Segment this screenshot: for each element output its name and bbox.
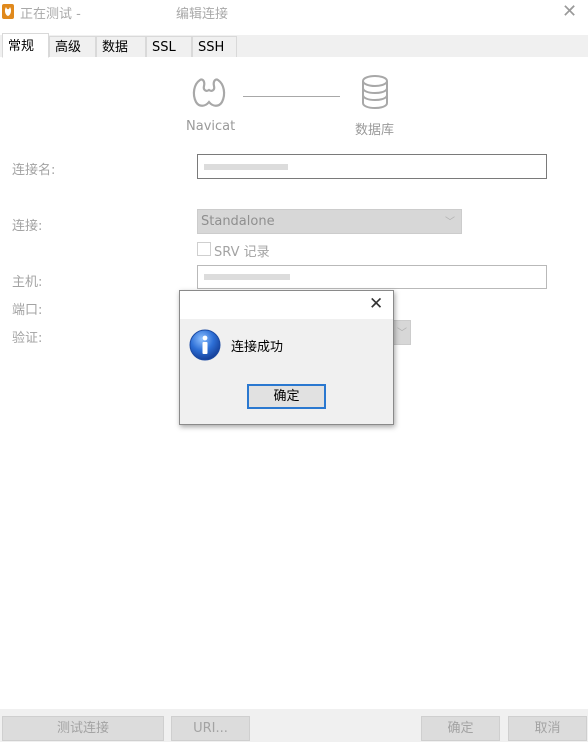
dialog-title-bar — [180, 291, 393, 319]
auth-select[interactable]: ﹀ — [392, 320, 411, 345]
port-label: 端口: — [12, 303, 43, 318]
dialog-ok-button[interactable]: 确定 — [247, 384, 326, 409]
chevron-down-icon: ﹀ — [397, 328, 407, 339]
srv-record-checkbox[interactable] — [197, 242, 211, 256]
connection-type-value: Standalone — [201, 214, 275, 229]
srv-record-label: SRV 记录 — [214, 245, 270, 260]
window-title: 编辑连接 — [176, 7, 229, 22]
ok-button[interactable]: 确定 — [421, 716, 500, 741]
host-input[interactable] — [197, 265, 547, 289]
dialog-message: 连接成功 — [231, 340, 284, 355]
info-icon — [189, 329, 221, 361]
tab-ssh[interactable]: SSH — [192, 36, 237, 57]
navicat-label: Navicat — [186, 119, 236, 134]
database-label: 数据库 — [355, 123, 395, 138]
navicat-logo-icon — [192, 78, 226, 107]
connection-line — [243, 96, 340, 97]
connection-type-select[interactable]: Standalone ﹀ — [197, 209, 462, 234]
dialog-body: 连接成功 确定 — [180, 319, 393, 424]
window-title-status: 正在测试 - — [20, 7, 81, 22]
tab-general[interactable]: 常规 — [2, 33, 49, 58]
success-dialog: ✕ 连接成功 确定 — [179, 290, 394, 425]
title-bar — [0, 0, 588, 24]
uri-button[interactable]: URI... — [171, 716, 250, 741]
redacted-value — [204, 164, 288, 170]
close-icon[interactable]: ✕ — [369, 294, 383, 314]
test-connection-button[interactable]: 测试连接 — [2, 716, 164, 741]
app-icon — [2, 4, 14, 19]
database-icon — [362, 75, 388, 110]
connection-type-label: 连接: — [12, 219, 43, 234]
tab-database[interactable]: 数据库 — [96, 36, 146, 76]
auth-label: 验证: — [12, 331, 43, 346]
host-label: 主机: — [12, 275, 43, 290]
cancel-button[interactable]: 取消 — [508, 716, 587, 741]
connection-name-label: 连接名: — [12, 163, 56, 178]
tab-advanced[interactable]: 高级 — [49, 36, 96, 57]
window-close-button[interactable]: ✕ — [562, 1, 577, 22]
redacted-value — [204, 274, 290, 280]
connection-name-input[interactable] — [197, 154, 547, 179]
chevron-down-icon: ﹀ — [445, 217, 455, 228]
tab-ssl[interactable]: SSL — [146, 36, 192, 57]
